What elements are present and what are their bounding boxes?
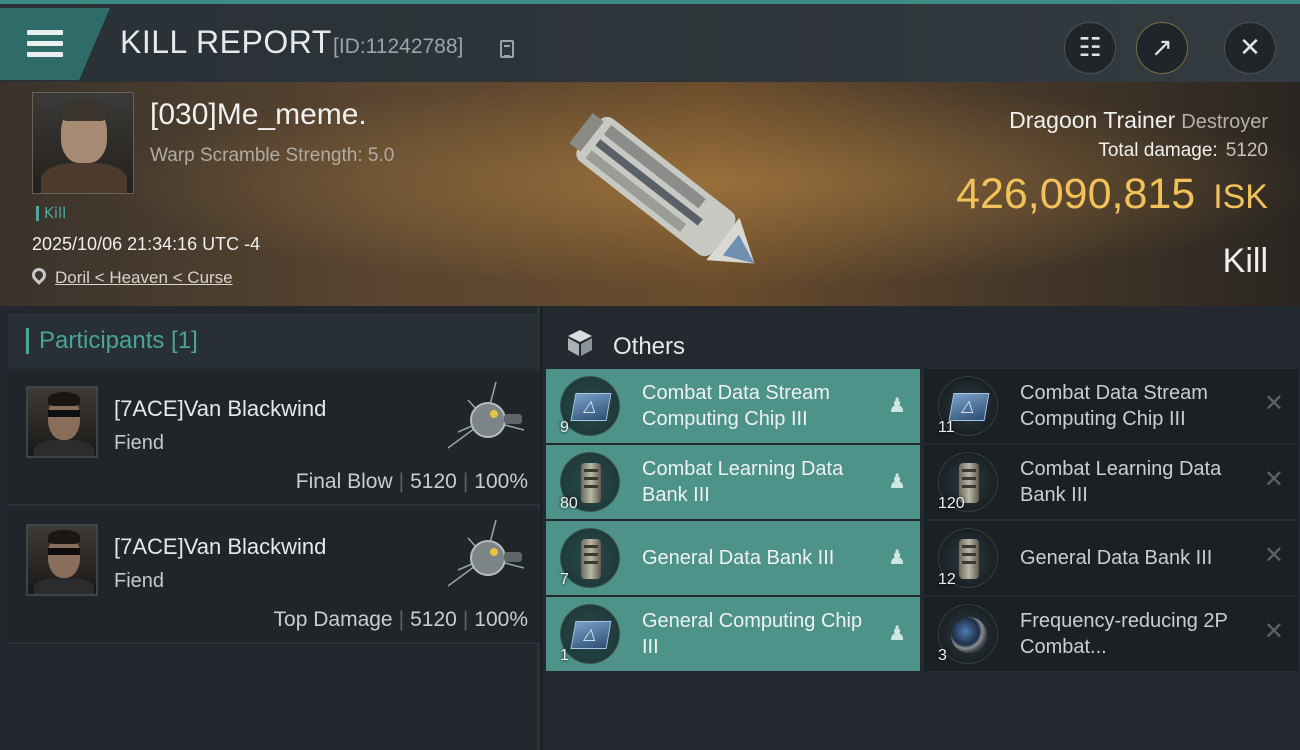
clipboard-button[interactable]: ☷ (1064, 22, 1116, 74)
item-quantity: 7 (560, 571, 569, 588)
others-panel: Others 9 Combat Data Stream Computing Ch… (543, 306, 1300, 750)
participants-header: Participants [1] (8, 314, 540, 368)
ship-class: Destroyer (1181, 111, 1268, 133)
item-name: Combat Data Stream Computing Chip III (642, 382, 830, 430)
loot-item-dropped[interactable]: 1 General Computing Chip III ♟ (546, 597, 920, 671)
location-pin-icon (29, 265, 49, 285)
participant-role: Top Damage (273, 608, 393, 631)
destroyed-x-icon: ✕ (1263, 390, 1284, 417)
item-quantity: 120 (938, 495, 965, 512)
location-link[interactable]: Doril < Heaven < Curse (55, 268, 233, 288)
participant-stats: Final Blow | 5120 | 100% (295, 470, 528, 493)
kill-tag: Kill (36, 206, 66, 221)
page-title: KILL REPORT (120, 24, 332, 60)
participant-percent: 100% (474, 470, 528, 493)
participant-ship: Fiend (114, 432, 165, 454)
item-name: General Data Bank III (642, 547, 835, 569)
participant-row[interactable]: [7ACE]Van Blackwind Fiend Final Blow | 512… (8, 372, 540, 506)
loot-item-dropped[interactable]: 7 General Data Bank III ♟ (546, 521, 920, 595)
participant-ship: Fiend (114, 570, 165, 592)
loot-item-destroyed[interactable]: 12 General Data Bank III ✕ (924, 521, 1298, 595)
share-button[interactable]: ↗ (1136, 22, 1188, 74)
person-icon[interactable]: ♟ (888, 621, 906, 646)
participant-row[interactable]: [7ACE]Van Blackwind Fiend Top Damage | 512… (8, 510, 540, 644)
total-damage-label: Total damage: (1098, 140, 1218, 161)
item-quantity: 11 (938, 419, 955, 436)
item-quantity: 80 (560, 495, 578, 512)
item-name: General Computing Chip III (642, 610, 863, 658)
participant-ship-icon (447, 519, 525, 587)
total-damage-value: 5120 (1225, 140, 1268, 161)
chip-icon (560, 376, 620, 436)
participant-ship-icon (447, 381, 525, 449)
cube-icon (568, 330, 592, 356)
ship-image (569, 113, 755, 264)
menu-button[interactable] (0, 8, 110, 80)
loot-item-destroyed[interactable]: 11 Combat Data Stream Computing Chip III… (924, 369, 1298, 443)
item-quantity: 12 (938, 571, 956, 588)
person-icon[interactable]: ♟ (888, 469, 906, 494)
participants-title: Participants [1] (26, 328, 198, 354)
others-header: Others (543, 314, 1300, 368)
participant-name: [7ACE]Van Blackwind (114, 534, 327, 559)
chip-icon (560, 604, 620, 664)
loot-item-dropped[interactable]: 80 Combat Learning Data Bank III ♟ (546, 445, 920, 519)
warp-scramble-strength: Warp Scramble Strength: 5.0 (150, 145, 395, 166)
kill-summary-banner: [030]Me_meme. Warp Scramble Strength: 5.… (0, 82, 1300, 306)
data-bank-icon (560, 528, 620, 588)
copy-icon[interactable] (500, 40, 514, 58)
item-name: Combat Learning Data Bank III (642, 458, 844, 506)
loot-item-dropped[interactable]: 9 Combat Data Stream Computing Chip III … (546, 369, 920, 443)
participant-role: Final Blow (295, 470, 393, 493)
destroyed-x-icon: ✕ (1263, 542, 1284, 569)
menu-icon (27, 30, 63, 63)
loot-item-destroyed[interactable]: 120 Combat Learning Data Bank III ✕ (924, 445, 1298, 519)
destroyed-x-icon: ✕ (1263, 618, 1284, 645)
isk-value: 426,090,815 ISK (956, 170, 1268, 219)
participants-panel: Participants [1] [7ACE]Van Blackwind Fie… (0, 306, 540, 750)
clipboard-icon: ☷ (1078, 33, 1102, 63)
item-quantity: 3 (938, 647, 947, 664)
loot-item-destroyed[interactable]: 3 Frequency-reducing 2P Combat... ✕ (924, 597, 1298, 671)
item-name: General Data Bank III (1020, 547, 1213, 569)
ship-name: Dragoon Trainer Destroyer (1009, 107, 1268, 134)
participant-avatar[interactable] (26, 524, 98, 596)
victim-portrait[interactable] (32, 92, 134, 194)
ship-type[interactable]: Dragoon Trainer (1009, 107, 1175, 133)
result-label: Kill (1222, 242, 1268, 280)
total-damage: Total damage: 5120 (1098, 140, 1268, 162)
victim-name[interactable]: [030]Me_meme. (150, 98, 367, 132)
share-icon: ↗ (1151, 33, 1173, 63)
top-bar: KILL REPORT [ID:11242788] ☷ ↗ ✕ (0, 0, 1300, 82)
item-name: Combat Learning Data Bank III (1020, 458, 1222, 506)
close-icon: ✕ (1239, 33, 1261, 63)
report-id: [ID:11242788] (333, 35, 464, 58)
item-quantity: 1 (560, 647, 569, 664)
isk-amount: 426,090,815 (956, 170, 1196, 218)
item-name: Frequency-reducing 2P Combat... (1020, 610, 1228, 658)
others-title: Others (613, 333, 686, 360)
kill-datetime: 2025/10/06 21:34:16 UTC -4 (32, 234, 261, 254)
close-button[interactable]: ✕ (1224, 22, 1276, 74)
participant-percent: 100% (474, 608, 528, 631)
participant-stats: Top Damage | 5120 | 100% (273, 608, 528, 631)
isk-unit: ISK (1213, 178, 1268, 216)
lens-module-icon (938, 604, 998, 664)
participant-damage: 5120 (410, 470, 457, 493)
item-quantity: 9 (560, 419, 569, 436)
participant-name: [7ACE]Van Blackwind (114, 396, 327, 421)
person-icon[interactable]: ♟ (888, 545, 906, 570)
destroyed-x-icon: ✕ (1263, 466, 1284, 493)
participant-damage: 5120 (410, 608, 457, 631)
person-icon[interactable]: ♟ (888, 393, 906, 418)
item-name: Combat Data Stream Computing Chip III (1020, 382, 1208, 430)
participant-avatar[interactable] (26, 386, 98, 458)
